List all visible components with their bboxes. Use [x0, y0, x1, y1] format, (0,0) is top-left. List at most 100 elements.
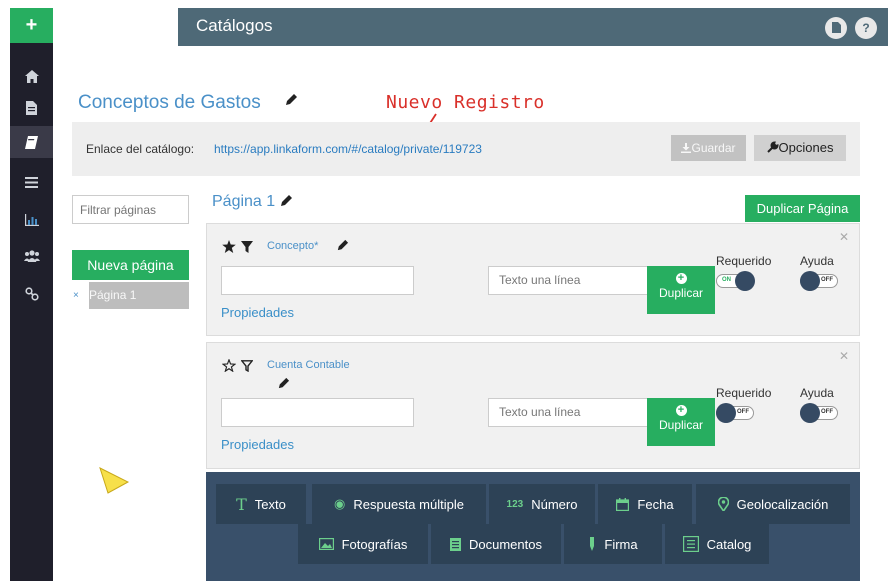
remove-page-icon[interactable]: × [73, 290, 79, 301]
sidebar-item-forms[interactable] [10, 92, 53, 124]
page-list-item[interactable]: Página 1 [89, 282, 189, 309]
star-outline-icon[interactable] [222, 359, 236, 372]
filter-outline-icon[interactable] [241, 359, 253, 372]
duplicate-label: Duplicar [658, 286, 703, 300]
palette-label: Catalog [706, 536, 752, 552]
palette-label: Geolocalización [736, 496, 829, 512]
star-filled-icon[interactable] [222, 240, 236, 253]
filter-icon[interactable] [241, 240, 253, 253]
catalog-link-label: Enlace del catálogo: [86, 142, 195, 156]
plus-circle-icon: + [675, 405, 687, 416]
add-button[interactable]: + [10, 8, 53, 43]
close-icon[interactable]: ✕ [839, 349, 849, 363]
section-title: Catálogos [196, 16, 273, 35]
text-icon: T [236, 494, 247, 514]
duplicate-label: Duplicar [658, 418, 703, 432]
palette-geolocalizacion[interactable]: Geolocalización [696, 484, 850, 524]
palette-documentos[interactable]: Documentos [431, 524, 561, 564]
palette-fecha[interactable]: Fecha [598, 484, 692, 524]
image-icon [318, 538, 334, 550]
palette-texto[interactable]: T Texto [216, 484, 306, 524]
wrench-icon [766, 141, 779, 153]
help-label: Ayuda [800, 254, 834, 268]
toggle-state: ON [722, 277, 731, 283]
users-icon [23, 250, 40, 262]
required-toggle[interactable]: OFF [716, 403, 754, 423]
annotation-note: Nuevo Registro [386, 92, 545, 113]
document-icon [450, 537, 461, 551]
document-icon [831, 22, 841, 33]
edit-field-icon[interactable] [277, 377, 290, 390]
bar-chart-icon [24, 214, 39, 226]
toggle-knob [716, 403, 736, 423]
save-button[interactable]: Guardar [671, 135, 746, 161]
palette-firma[interactable]: Firma [564, 524, 662, 564]
required-label: Requerido [716, 386, 772, 400]
field-value-input[interactable] [221, 266, 414, 295]
catalog-title: Conceptos de Gastos [78, 92, 261, 113]
edit-page-icon[interactable] [279, 194, 293, 208]
list-icon [25, 176, 38, 188]
required-label: Requerido [716, 254, 772, 268]
top-bar: Catálogos ? [178, 8, 888, 46]
duplicate-page-button[interactable]: Duplicar Página [745, 195, 860, 222]
sidebar-item-connections[interactable] [10, 278, 53, 310]
map-pin-icon [717, 497, 729, 511]
palette-label: Número [531, 496, 578, 512]
field-type-box: Texto una línea [488, 266, 648, 295]
palette-label: Respuesta múltiple [353, 496, 464, 512]
palette-label: Fecha [637, 496, 674, 512]
properties-link[interactable]: Propiedades [221, 305, 294, 320]
file-icon [26, 101, 37, 115]
page-title: Página 1 [212, 193, 276, 210]
home-icon [24, 69, 39, 83]
palette-label: Firma [604, 536, 638, 552]
catalog-link-bar: Enlace del catálogo: https://app.linkafo… [72, 122, 860, 176]
properties-link[interactable]: Propiedades [221, 437, 294, 452]
calendar-icon [616, 497, 630, 511]
options-label: Opciones [778, 140, 834, 155]
sidebar-item-reports[interactable] [10, 204, 53, 236]
toggle-knob [735, 271, 755, 291]
help-button[interactable]: ? [855, 17, 877, 39]
document-button[interactable] [825, 17, 847, 39]
filter-pages-input[interactable] [72, 195, 189, 224]
duplicate-field-button[interactable]: + Duplicar [647, 266, 715, 314]
help-toggle[interactable]: OFF [800, 403, 838, 423]
options-button[interactable]: Opciones [754, 135, 846, 161]
field-label[interactable]: Cuenta Contable [267, 359, 350, 371]
palette-fotografias[interactable]: Fotografías [298, 524, 428, 564]
close-icon[interactable]: ✕ [839, 230, 849, 244]
edit-field-icon[interactable] [336, 239, 349, 252]
download-icon [681, 143, 692, 153]
save-label: Guardar [691, 141, 736, 155]
sidebar-item-home[interactable] [10, 60, 53, 92]
help-toggle[interactable]: OFF [800, 271, 838, 291]
sidebar-item-records[interactable] [10, 166, 53, 198]
sidebar-item-users[interactable] [10, 240, 53, 272]
palette-label: Fotografías [341, 536, 408, 552]
palette-numero[interactable]: 123 Número [489, 484, 595, 524]
toggle-state: OFF [821, 409, 833, 415]
pointer-cursor-icon [99, 467, 130, 494]
pen-icon [590, 537, 595, 551]
field-label[interactable]: Concepto* [267, 240, 318, 252]
required-toggle[interactable]: ON [716, 271, 755, 291]
help-label: Ayuda [800, 386, 834, 400]
palette-label: Documentos [469, 536, 542, 552]
new-page-button[interactable]: Nueva página [72, 250, 189, 280]
catalog-icon [682, 536, 699, 552]
toggle-state: OFF [737, 409, 749, 415]
plus-circle-icon: + [675, 273, 687, 284]
radio-icon: ◉ [334, 496, 346, 511]
link-icon [24, 287, 39, 301]
duplicate-field-button[interactable]: + Duplicar [647, 398, 715, 446]
palette-catalog[interactable]: Catalog [665, 524, 769, 564]
field-type-palette: T Texto ◉ Respuesta múltiple 123 Número … [206, 472, 860, 581]
sidebar-item-catalogs[interactable] [10, 126, 53, 158]
palette-respuesta-multiple[interactable]: ◉ Respuesta múltiple [312, 484, 486, 524]
catalog-link[interactable]: https://app.linkaform.com/#/catalog/priv… [214, 142, 482, 156]
edit-title-icon[interactable] [284, 93, 298, 107]
toggle-knob [800, 271, 820, 291]
field-value-input[interactable] [221, 398, 414, 427]
